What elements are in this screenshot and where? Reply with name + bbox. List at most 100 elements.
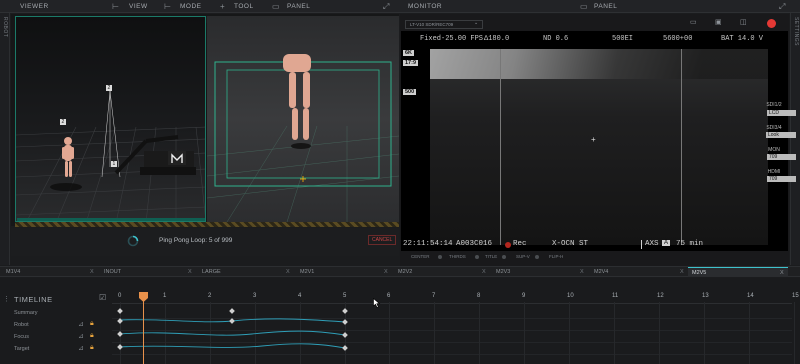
mouse-cursor-icon	[373, 298, 381, 308]
edit-curve-icon[interactable]: ⊿	[78, 344, 84, 352]
output-label: HDMI	[767, 169, 781, 175]
top-bar: VIEWER ⊢ VIEW ⊢ MODE + TOOL ▭ PANEL ⤢ MO…	[0, 0, 800, 13]
fps-readout: Fixed-25.00 FPS	[420, 35, 484, 43]
ruler-tick-label: 14	[747, 293, 754, 299]
lock-icon[interactable]: 🔒︎	[90, 332, 94, 340]
panel-icon-right[interactable]: ▭	[580, 2, 588, 11]
frame-line	[681, 49, 682, 245]
close-icon[interactable]: X	[90, 269, 94, 275]
marker-tag[interactable]: 2	[106, 85, 112, 91]
settings-rail-label[interactable]: SETTINGS	[793, 17, 799, 46]
close-icon[interactable]: X	[384, 269, 388, 275]
tab-inout[interactable]: INOUT	[104, 269, 121, 275]
tab-m2v1[interactable]: M2V1	[300, 269, 314, 275]
expand-icon-right[interactable]: ⤢	[779, 2, 785, 12]
tab-large[interactable]: LARGE	[202, 269, 221, 275]
toggle-dot[interactable]	[475, 255, 479, 259]
robot-rail-label[interactable]: ROBOT	[2, 17, 8, 37]
tab-m1v4[interactable]: M1V4	[6, 269, 20, 275]
rec-dot-icon	[505, 242, 511, 248]
tab-m2v5-active[interactable]: M2V5 X	[688, 267, 788, 277]
output-badge: Look	[766, 132, 796, 138]
edit-curve-icon[interactable]: ⊿	[78, 320, 84, 328]
drag-handle-icon[interactable]: ⋮	[3, 295, 10, 303]
scene-grid	[16, 90, 205, 221]
chevron-down-icon[interactable]: ⌄	[474, 20, 478, 26]
curve-editor[interactable]	[112, 304, 792, 364]
track-focus[interactable]: Focus	[14, 334, 29, 340]
ruler-tick-label: 6	[387, 293, 391, 299]
edit-curve-icon[interactable]: ⊿	[78, 332, 84, 340]
battery-readout: BAT 14.0 V	[721, 35, 764, 43]
ei-tag: 500	[403, 89, 417, 95]
toggle-dot[interactable]	[535, 255, 539, 259]
mode-icon[interactable]: ⊢	[164, 2, 171, 11]
cancel-button[interactable]: CANCEL	[368, 235, 397, 245]
resolution-tag: 6K	[403, 50, 415, 56]
toggle-thirds[interactable]: THIRDS	[449, 254, 466, 259]
track-target[interactable]: Target	[14, 346, 29, 352]
camera-crane	[114, 135, 196, 175]
track-summary[interactable]: Summary	[14, 310, 38, 316]
output-badge: 709	[767, 176, 796, 182]
view-icon[interactable]: ⊢	[112, 2, 119, 11]
marker-tag[interactable]: 1	[111, 161, 117, 167]
capture-icon[interactable]: ◫	[740, 18, 747, 26]
output-label: SDI1/2	[766, 102, 782, 108]
ruler-tick-label: 0	[118, 293, 122, 299]
ruler-tick-label: 1	[163, 293, 167, 299]
toggle-center[interactable]: CENTER	[411, 254, 430, 259]
tool-menu[interactable]: TOOL	[234, 3, 254, 10]
lock-icon[interactable]: 🔒︎	[90, 344, 94, 352]
rec-status: Rec	[513, 240, 527, 248]
frame-line	[500, 49, 501, 245]
tab-m2v4[interactable]: M2V4	[594, 269, 608, 275]
window-glare	[430, 49, 768, 79]
close-icon[interactable]: X	[482, 269, 486, 275]
target-curve	[119, 343, 346, 349]
close-icon[interactable]: X	[188, 269, 192, 275]
tab-m2v3[interactable]: M2V3	[496, 269, 510, 275]
panel-menu-left[interactable]: PANEL	[287, 3, 310, 10]
codec-readout: X-OCN ST	[552, 240, 589, 248]
scene-viewport-3d[interactable]: 2 2 1	[15, 16, 206, 222]
toggle-flip-h[interactable]: FLIP-H	[549, 254, 563, 259]
tab-m2v2[interactable]: M2V2	[398, 269, 412, 275]
marker-tag[interactable]: 2	[60, 119, 66, 125]
toggle-dot[interactable]	[438, 255, 442, 259]
close-icon[interactable]: X	[286, 269, 290, 275]
window-icon[interactable]: ▭	[690, 18, 697, 26]
panel-icon[interactable]: ▭	[272, 2, 280, 11]
mode-menu[interactable]: MODE	[180, 3, 202, 10]
timeline-title: TIMELINE	[14, 295, 53, 304]
checkbox-icon[interactable]: ☑	[99, 293, 106, 302]
ruler-tick-label: 12	[657, 293, 664, 299]
close-icon[interactable]: X	[780, 270, 784, 276]
toggle-title[interactable]: TITLE	[485, 254, 497, 259]
track-robot[interactable]: Robot	[14, 322, 29, 328]
axs-media: AXS	[645, 240, 659, 248]
lut-select[interactable]: LT-V10 SDR/REC709	[405, 20, 483, 29]
close-icon[interactable]: X	[680, 269, 684, 275]
toggle-sup-v[interactable]: SUP-V	[516, 254, 530, 259]
add-tool-icon[interactable]: +	[220, 2, 225, 11]
playhead-handle-icon[interactable]	[138, 292, 149, 302]
camera-preview-viewport[interactable]	[207, 16, 399, 222]
ruler-tick-label: 3	[253, 293, 257, 299]
panel-menu-right[interactable]: PANEL	[594, 3, 617, 10]
record-button[interactable]	[767, 19, 776, 28]
close-icon[interactable]: X	[580, 269, 584, 275]
toggle-dot[interactable]	[502, 255, 506, 259]
view-menu[interactable]: VIEW	[129, 3, 148, 10]
ruler-tick-label: 7	[432, 293, 436, 299]
playhead-line[interactable]	[143, 299, 144, 364]
overlay-toggle-bar: CENTER THIRDS TITLE SUP-V FLIP-H	[401, 251, 788, 264]
loop-status-text: Ping Pong Loop: 5 of 999	[159, 237, 233, 244]
monitor-image[interactable]: +	[401, 31, 788, 251]
remaining-time: 75 min	[676, 240, 704, 248]
lock-icon[interactable]: 🔒︎	[90, 320, 94, 328]
expand-icon[interactable]: ⤢	[383, 2, 389, 12]
screen-icon[interactable]: ▣	[715, 18, 722, 26]
ruler-tick-label: 10	[567, 293, 574, 299]
output-badge: LCD	[767, 110, 796, 116]
